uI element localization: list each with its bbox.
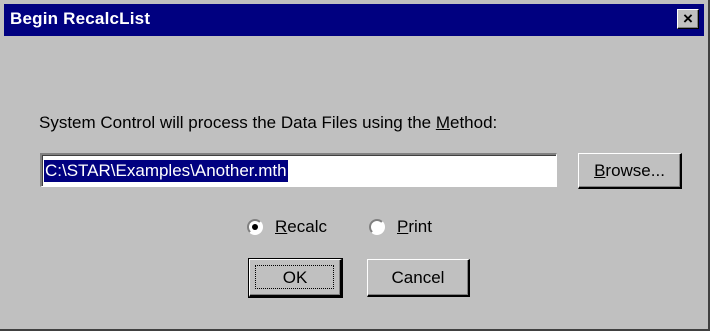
print-radio-circle[interactable] bbox=[369, 219, 385, 235]
method-prompt-label: System Control will process the Data Fil… bbox=[39, 113, 497, 133]
method-prompt-text: System Control will process the Data Fil… bbox=[39, 113, 436, 132]
method-prompt-accelerator: M bbox=[435, 113, 450, 132]
ok-button[interactable]: OK bbox=[248, 258, 343, 298]
recalclist-dialog: Begin RecalcList × System Control will p… bbox=[0, 0, 710, 331]
method-path-input[interactable]: C:\STAR\Examples\Another.mth bbox=[40, 153, 557, 187]
browse-label: rowse... bbox=[605, 161, 665, 180]
browse-accelerator: B bbox=[594, 161, 606, 180]
ok-focus-rect bbox=[255, 265, 334, 289]
print-radio-label[interactable]: Print bbox=[397, 217, 432, 237]
close-button[interactable]: × bbox=[677, 9, 699, 29]
method-path-value: C:\STAR\Examples\Another.mth bbox=[44, 160, 288, 182]
print-label-rest: rint bbox=[408, 217, 432, 236]
cancel-label: Cancel bbox=[391, 268, 445, 287]
dialog-title: Begin RecalcList bbox=[10, 9, 151, 28]
print-accelerator: P bbox=[397, 217, 409, 236]
title-bar[interactable]: Begin RecalcList × bbox=[4, 4, 704, 36]
radio-selected-dot-icon bbox=[252, 224, 258, 230]
recalc-radio-label[interactable]: Recalc bbox=[275, 217, 327, 237]
recalc-radio-circle[interactable] bbox=[247, 219, 263, 235]
browse-button[interactable]: Browse... bbox=[578, 153, 682, 189]
recalc-accelerator: R bbox=[275, 217, 288, 236]
recalc-label-rest: ecalc bbox=[287, 217, 327, 236]
cancel-button[interactable]: Cancel bbox=[367, 259, 470, 297]
close-icon: × bbox=[683, 9, 693, 28]
method-prompt-text-end: ethod: bbox=[450, 113, 498, 132]
